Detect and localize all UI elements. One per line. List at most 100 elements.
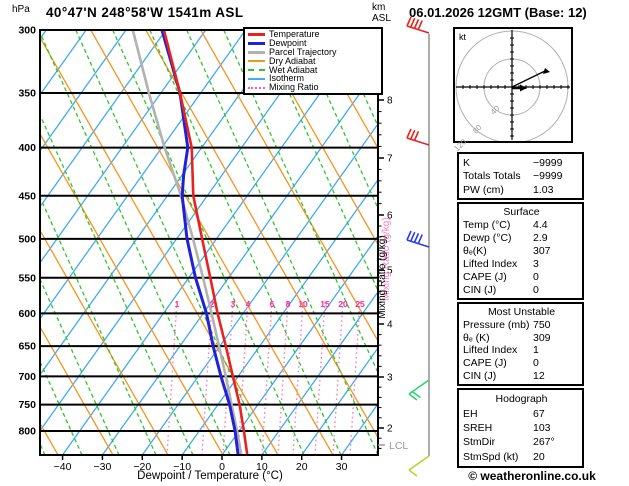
- stat-value: 267°: [533, 436, 555, 449]
- stat-row: Temp (°C) 4.4: [463, 219, 580, 231]
- wind-barb: [408, 455, 430, 477]
- stat-value: 103: [533, 421, 551, 434]
- stat-value: 2.9: [533, 232, 548, 244]
- wind-barb: [406, 230, 430, 248]
- mixing-ratio-axis-title: Mixing Ratio (g/kg): [377, 235, 388, 318]
- stat-value: 0: [533, 357, 539, 370]
- mixing-ratio-tick-label: 1: [175, 299, 180, 309]
- stat-label: Lifted Index: [463, 344, 518, 357]
- stat-row: StmDir 267°: [463, 436, 580, 448]
- stat-value: 20: [533, 450, 545, 463]
- lcl-label: LCL: [389, 440, 408, 452]
- stat-label: CAPE (J): [463, 357, 507, 370]
- stat-label: θₑ(K): [463, 245, 487, 257]
- chart-legend: Temperature Dewpoint Parcel Trajectory Dry …: [243, 27, 383, 95]
- stat-value: 309: [533, 331, 551, 344]
- pressure-tick-label: 550: [18, 272, 36, 284]
- altitude-tick-label: 3: [387, 373, 393, 384]
- hodograph-table-title: Hodograph: [495, 393, 548, 406]
- stat-row: K −9999: [463, 157, 580, 169]
- wind-barb: [408, 379, 430, 401]
- hodograph-table: Hodograph EH 67 SREH 103 StmDir 267° StmSpd (k…: [457, 388, 584, 468]
- stat-row: Lifted Index 3: [463, 258, 580, 270]
- copyright-credit: © weatheronline.co.uk: [468, 469, 596, 483]
- mixing-ratio-tick-label: 4: [246, 299, 251, 309]
- most-unstable-table-title: Most Unstable: [487, 305, 556, 318]
- hodograph-panel: kt4080120: [452, 27, 573, 153]
- stat-label: PW (cm): [463, 183, 504, 196]
- stat-row: θₑ(K) 307: [463, 245, 580, 257]
- surface-table-title: Surface: [503, 206, 540, 218]
- wind-barb: [406, 128, 430, 146]
- stat-label: CIN (J): [463, 370, 497, 383]
- pressure-tick-label: 800: [18, 425, 36, 437]
- pressure-tick-label: 700: [18, 371, 36, 383]
- stat-label: K: [463, 156, 471, 169]
- legend-swatch-thick: [248, 32, 265, 36]
- legend-label: Mixing Ratio: [269, 82, 319, 93]
- stat-row: CAPE (J) 0: [463, 271, 580, 283]
- temperature-axis-title: Dewpoint / Temperature (°C): [137, 470, 283, 482]
- temp-tick-label: 30: [336, 461, 348, 473]
- pressure-tick-label: 650: [18, 341, 36, 353]
- stat-value: 750: [533, 318, 551, 331]
- temperature-axis: −40 −30 −20 −10 0 10 20 30Dewpoint / Temperatur…: [54, 455, 348, 482]
- pressure-tick-label: 500: [18, 233, 36, 245]
- legend-swatch-thin: [248, 77, 265, 80]
- stat-label: EH: [463, 407, 478, 420]
- stat-label: Pressure (mb): [463, 318, 530, 331]
- mixing-ratio-tick-label: 15: [320, 299, 330, 309]
- stat-row: StmSpd (kt) 20: [463, 451, 580, 463]
- legend-item: Temperature: [248, 29, 381, 39]
- stat-row: CIN (J) 12: [463, 370, 580, 382]
- pressure-tick-label: 450: [18, 190, 36, 202]
- legend-swatch-thick: [248, 41, 265, 45]
- legend-item: Mixing Ratio: [248, 83, 381, 92]
- stat-value: 307: [533, 245, 551, 257]
- stat-value: 0: [533, 284, 539, 296]
- legend-item: Wet Adiabat: [248, 65, 381, 75]
- stat-label: SREH: [463, 421, 493, 434]
- altitude-tick-label: 8: [387, 96, 393, 107]
- surface-table: Surface Temp (°C) 4.4 Dewp (°C) 2.9 θₑ(K) 307…: [457, 202, 584, 300]
- hodograph-unit-label: kt: [459, 32, 467, 42]
- stat-value: 1: [533, 344, 539, 357]
- stat-row: Lifted Index 1: [463, 344, 580, 356]
- stat-row: SREH 103: [463, 422, 580, 434]
- stat-value: 67: [533, 407, 545, 420]
- altitude-tick-label: 4: [387, 320, 393, 331]
- stat-value: 0: [533, 271, 539, 283]
- mixing-ratio-tick-label: 10: [298, 299, 308, 309]
- stat-value: −9999: [533, 156, 563, 169]
- stat-row: EH 67: [463, 408, 580, 420]
- mixing-ratio-tick-label: 6: [270, 299, 275, 309]
- skewt-app: hPa 40°47'N 248°58'W 1541m ASL km ASL 06…: [0, 0, 629, 486]
- pressure-tick-label: 750: [18, 399, 36, 411]
- altitude-tick-label: 7: [387, 154, 393, 165]
- mixing-ratio-tick-label: 8: [286, 299, 291, 309]
- legend-swatch-thick: [248, 50, 265, 54]
- stat-label: Dewp (°C): [463, 232, 512, 244]
- stat-row: CIN (J) 0: [463, 284, 580, 296]
- stat-label: StmSpd (kt): [463, 450, 519, 463]
- mixing-ratio-tick-label: 3: [231, 299, 236, 309]
- legend-swatch-thin: [248, 60, 265, 63]
- stat-row: θₑ (K) 309: [463, 332, 580, 344]
- temp-tick-label: −30: [94, 461, 112, 473]
- stat-row: Dewp (°C) 2.9: [463, 232, 580, 244]
- legend-swatch-dotted: [248, 86, 265, 89]
- mixing-ratio-tick-label: 25: [355, 299, 365, 309]
- mixing-ratio-tick-label: 20: [338, 299, 348, 309]
- stat-label: Totals Totals: [463, 170, 521, 182]
- stat-row: CAPE (J) 0: [463, 357, 580, 369]
- stat-label: CAPE (J): [463, 271, 507, 283]
- most-unstable-table: Most Unstable Pressure (mb) 750 θₑ (K) 309 L…: [457, 302, 584, 386]
- stat-label: θₑ (K): [463, 331, 490, 344]
- stat-label: Temp (°C): [463, 219, 511, 231]
- stat-value: 12: [533, 370, 545, 383]
- stat-label: StmDir: [463, 436, 496, 449]
- stat-row: PW (cm) 1.03: [463, 184, 580, 196]
- altitude-tick-label: 2: [387, 424, 393, 435]
- stat-label: CIN (J): [463, 284, 497, 296]
- pressure-tick-label: 300: [18, 25, 36, 37]
